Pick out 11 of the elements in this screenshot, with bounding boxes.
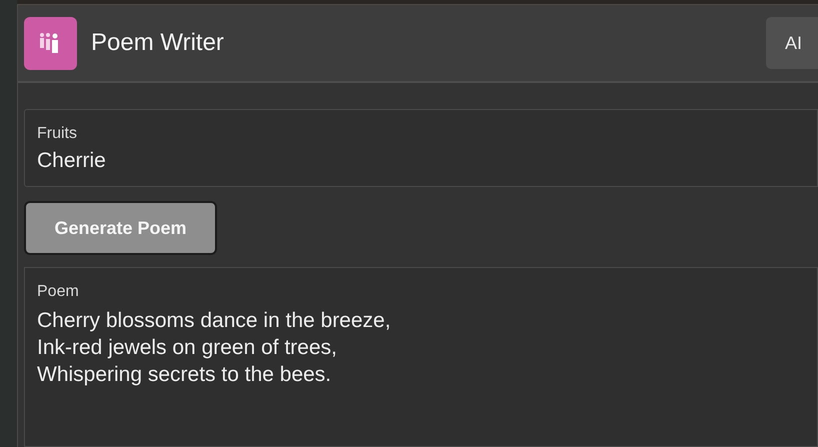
poem-line: Cherry blossoms dance in the breeze,	[37, 308, 392, 334]
poem-line: Ink-red jewels on green of trees,	[37, 335, 338, 361]
ai-button[interactable]: AI	[766, 17, 818, 69]
poem-line: Whispering secrets to the bees.	[37, 362, 332, 388]
fruits-value: Cherrie	[37, 148, 107, 174]
poem-label: Poem	[37, 282, 80, 302]
fruits-label: Fruits	[37, 124, 78, 144]
fruits-field[interactable]: Fruits Cherrie	[24, 109, 818, 187]
app-title: Poem Writer	[91, 28, 224, 58]
poem-field[interactable]: Poem Cherry blossoms dance in the breeze, Ink-red jewels on green of trees, Whispering secrets to the bees.	[24, 267, 818, 447]
app-logo-icon	[24, 16, 77, 70]
